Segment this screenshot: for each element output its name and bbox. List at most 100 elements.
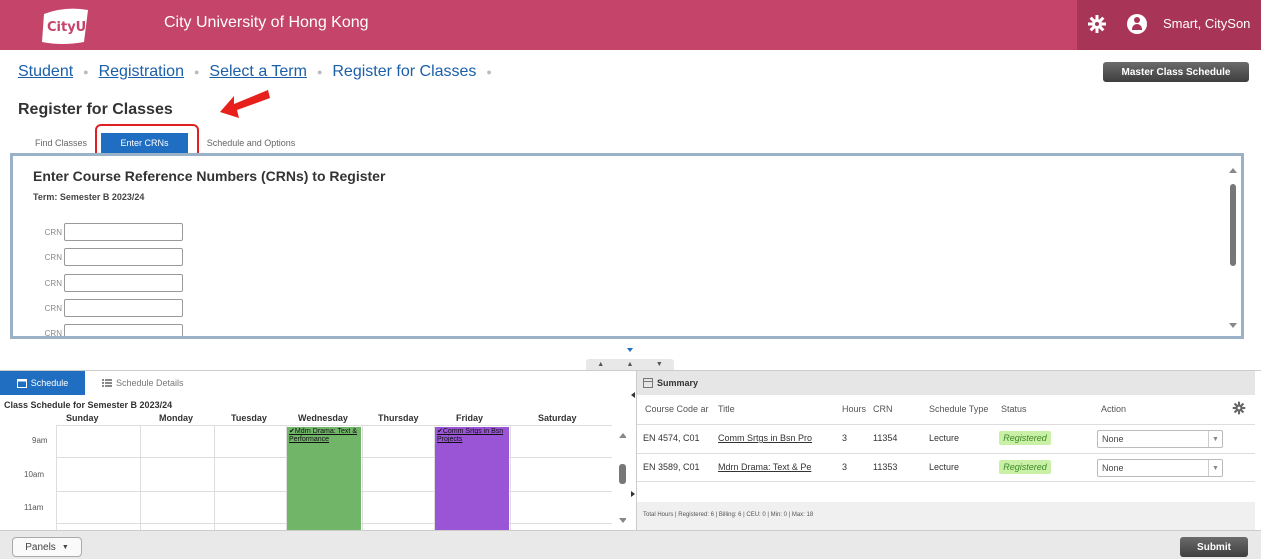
user-name[interactable]: Smart, CitySon bbox=[1163, 16, 1250, 31]
schedule-event[interactable]: ✔Mdrn Drama: Text & Performance bbox=[287, 427, 361, 530]
course-crn: 11353 bbox=[873, 462, 898, 472]
scroll-thumb[interactable] bbox=[1230, 184, 1236, 266]
tab-schedule-details[interactable]: Schedule Details bbox=[102, 371, 184, 395]
action-value: None bbox=[1102, 463, 1124, 473]
crn-label: CRN bbox=[44, 252, 62, 262]
schedule-type: Lecture bbox=[929, 462, 960, 472]
crn-term: Term: Semester B 2023/24 bbox=[33, 192, 145, 202]
summary-icon bbox=[643, 378, 653, 388]
event-label[interactable]: Comm Srtgs in Bsn Projects bbox=[437, 428, 503, 443]
page-title: Register for Classes bbox=[18, 101, 173, 118]
tab-schedule-label: Schedule bbox=[30, 378, 69, 388]
event-label[interactable]: Mdrn Drama: Text & Performance bbox=[289, 428, 357, 443]
summary-title: Summary bbox=[657, 378, 699, 388]
calendar-icon bbox=[16, 379, 27, 388]
breadcrumb-separator: ● bbox=[83, 66, 89, 77]
crn-input[interactable] bbox=[64, 223, 183, 241]
tab-schedule[interactable]: Schedule bbox=[0, 371, 85, 395]
course-title-link[interactable]: Comm Srtgs in Bsn Pro bbox=[718, 433, 812, 443]
scroll-thumb[interactable] bbox=[619, 464, 626, 484]
column-header[interactable]: Action bbox=[1101, 404, 1126, 414]
breadcrumb-separator: ● bbox=[486, 66, 492, 77]
grid-line bbox=[362, 425, 363, 530]
chevron-down-icon: ▼ bbox=[61, 543, 69, 551]
expand-right-icon[interactable] bbox=[631, 491, 635, 497]
scroll-down-icon[interactable] bbox=[1229, 323, 1237, 328]
action-value: None bbox=[1102, 434, 1124, 444]
crn-input[interactable] bbox=[64, 274, 183, 292]
gear-icon[interactable] bbox=[1232, 401, 1246, 415]
panels-button[interactable]: Panels ▼ bbox=[12, 537, 82, 557]
hour-label: 11am bbox=[24, 503, 44, 512]
breadcrumb-select-term[interactable]: Select a Term bbox=[209, 63, 307, 80]
crn-input[interactable] bbox=[64, 299, 183, 317]
crn-row: CRN bbox=[41, 223, 183, 241]
grid-line bbox=[56, 425, 57, 530]
user-area: Smart, CitySon bbox=[1077, 0, 1261, 50]
breadcrumb-registration[interactable]: Registration bbox=[99, 63, 184, 80]
status-badge: Registered bbox=[999, 431, 1051, 445]
crn-label: CRN bbox=[44, 303, 62, 313]
submit-button[interactable]: Submit bbox=[1180, 537, 1248, 557]
column-header[interactable]: CRN bbox=[873, 404, 893, 414]
calendar-scrollbar[interactable] bbox=[616, 427, 626, 530]
schedule-calendar: Sunday Monday Tuesday Wednesday Thursday… bbox=[4, 413, 626, 530]
breadcrumb-separator: ● bbox=[316, 66, 323, 77]
crn-label: CRN bbox=[44, 227, 62, 237]
column-header[interactable]: Schedule Type bbox=[929, 404, 988, 414]
tab-schedule-options[interactable]: Schedule and Options bbox=[196, 133, 306, 153]
crn-label: CRN bbox=[44, 328, 62, 338]
course-title-link[interactable]: Mdrn Drama: Text & Pe bbox=[718, 462, 811, 472]
gear-icon[interactable] bbox=[1087, 14, 1107, 34]
day-label: Sunday bbox=[66, 413, 99, 423]
day-label: Wednesday bbox=[298, 413, 348, 423]
red-arrow-annotation bbox=[220, 90, 270, 118]
crn-scrollbar[interactable] bbox=[1225, 162, 1241, 334]
chevron-down-icon[interactable]: ▼ bbox=[1208, 431, 1222, 447]
splitter-arrow-icon[interactable] bbox=[627, 348, 633, 352]
column-header[interactable]: Status bbox=[1001, 404, 1027, 414]
row-divider bbox=[637, 481, 1255, 482]
crn-label: CRN bbox=[44, 278, 62, 288]
master-class-schedule-button[interactable]: Master Class Schedule bbox=[1103, 62, 1249, 82]
row-divider bbox=[637, 424, 1255, 425]
schedule-title: Class Schedule for Semester B 2023/24 bbox=[4, 400, 173, 410]
grid-line bbox=[214, 425, 215, 530]
grid-line bbox=[140, 425, 141, 530]
user-icon[interactable] bbox=[1127, 14, 1147, 34]
action-select[interactable]: None ▼ bbox=[1097, 430, 1223, 448]
status-badge: Registered bbox=[999, 460, 1051, 474]
crn-heading: Enter Course Reference Numbers (CRNs) to… bbox=[33, 168, 386, 184]
crn-input[interactable] bbox=[64, 248, 183, 266]
scroll-up-icon[interactable] bbox=[1229, 168, 1237, 173]
university-name: City University of Hong Kong bbox=[164, 14, 369, 31]
column-header[interactable]: Hours bbox=[842, 404, 866, 414]
crn-row: CRN bbox=[41, 324, 183, 338]
hour-label: 9am bbox=[32, 436, 48, 445]
chevron-down-icon[interactable]: ▼ bbox=[1208, 460, 1222, 476]
schedule-event[interactable]: ✔Comm Srtgs in Bsn Projects bbox=[435, 427, 509, 530]
day-label: Saturday bbox=[538, 413, 577, 423]
top-header: CityU City University of Hong Kong Smart… bbox=[0, 0, 1261, 50]
logo-text: CityU bbox=[47, 20, 87, 35]
collapse-left-icon[interactable] bbox=[631, 392, 635, 398]
breadcrumb: Student ● Registration ● Select a Term ● Regis… bbox=[18, 63, 502, 81]
panel-splitter[interactable]: ▲ ▲ ▼ bbox=[586, 359, 674, 370]
summary-header: Summary bbox=[637, 371, 1255, 395]
crn-row: CRN bbox=[41, 274, 183, 292]
column-header[interactable]: Course Code ar bbox=[645, 404, 709, 414]
bottom-bar: Panels ▼ Submit bbox=[0, 530, 1261, 559]
course-hours: 3 bbox=[842, 433, 848, 443]
tab-find-classes[interactable]: Find Classes bbox=[26, 133, 96, 153]
day-label: Friday bbox=[456, 413, 484, 423]
course-crn: 11354 bbox=[873, 433, 898, 443]
course-code: EN 3589, C01 bbox=[643, 462, 700, 472]
action-select[interactable]: None ▼ bbox=[1097, 459, 1223, 477]
day-label: Monday bbox=[159, 413, 194, 423]
column-header[interactable]: Title bbox=[718, 404, 735, 414]
crn-input[interactable] bbox=[64, 324, 183, 336]
crn-row: CRN bbox=[41, 299, 183, 317]
breadcrumb-student[interactable]: Student bbox=[18, 63, 73, 80]
schedule-type: Lecture bbox=[929, 433, 960, 443]
crn-entry-panel: Enter Course Reference Numbers (CRNs) to… bbox=[10, 153, 1244, 339]
